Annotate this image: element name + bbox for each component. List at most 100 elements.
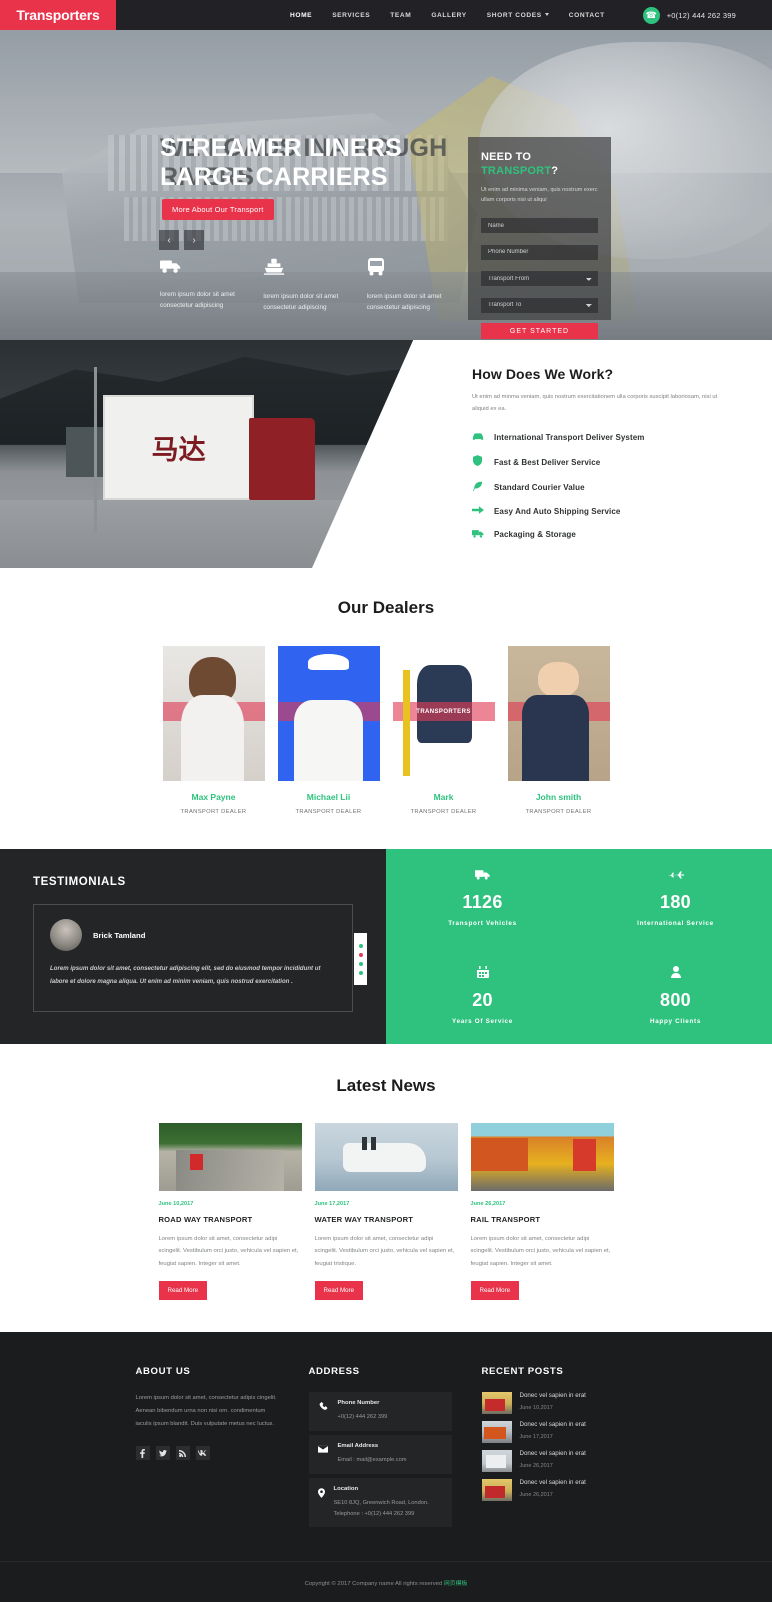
list-item[interactable]: International Transport Deliver System <box>472 432 734 444</box>
news-headline[interactable]: WATER WAY TRANSPORT <box>315 1215 458 1224</box>
dealer-card[interactable]: TRANSPORTERS Mark TRANSPORT DEALER <box>392 646 495 815</box>
list-item[interactable]: Fast & Best Deliver Service <box>472 455 734 469</box>
read-more-button[interactable]: Read More <box>314 1281 364 1301</box>
read-more-button[interactable]: Read More <box>158 1281 208 1301</box>
nav-item-gallery[interactable]: GALLERY <box>431 12 466 19</box>
nav-item-contact[interactable]: CONTACT <box>569 12 605 19</box>
news-headline[interactable]: ROAD WAY TRANSPORT <box>159 1215 302 1224</box>
testimonial-card: Brick Tamland Lorem ipsum dolor sit amet… <box>33 904 367 1012</box>
hero-feature-bus: lorem ipsum dolor sit amet consectetur a… <box>367 258 470 313</box>
list-item[interactable]: Packaging & Storage <box>472 529 734 541</box>
post-title: Donec vel sapien in erat <box>519 1450 586 1458</box>
read-more-button[interactable]: Read More <box>470 1281 520 1301</box>
plane-icon <box>579 869 772 883</box>
recent-post-item[interactable]: Donec vel sapien in erat June 10,2017 <box>481 1392 637 1415</box>
testimonial-dot-3[interactable] <box>358 961 363 966</box>
list-item-label: Standard Courier Value <box>494 483 585 493</box>
name-input[interactable] <box>481 218 598 234</box>
how-we-work-list: International Transport Deliver System F… <box>472 432 734 541</box>
dealers-title: Our Dealers <box>337 598 435 617</box>
list-item-label: Fast & Best Deliver Service <box>494 457 601 467</box>
vk-icon[interactable] <box>195 1446 210 1461</box>
get-started-button[interactable]: GET STARTED <box>481 323 598 340</box>
dealer-card[interactable]: TRANSPORTERS John smith TRANSPORT DEALER <box>507 646 610 815</box>
stat-international-service: 180 International Service <box>579 869 772 927</box>
page-root: Transporters HOME SERVICES TEAM GALLERY … <box>0 0 772 1602</box>
news-image[interactable] <box>158 1123 302 1191</box>
recent-post-item[interactable]: Donec vel sapien in erat June 26,2017 <box>481 1450 637 1473</box>
news-title: Latest News <box>336 1076 436 1095</box>
post-date: June 10,2017 <box>519 1405 553 1412</box>
address-phone-value: +0(12) 444 262 399 <box>337 1414 388 1421</box>
dealer-role: TRANSPORT DEALER <box>180 809 247 815</box>
carousel-next-icon[interactable]: › <box>184 230 204 250</box>
stat-label: Happy Clients <box>649 1017 702 1025</box>
hero-feature-text: lorem ipsum dolor sit amet consectetur a… <box>366 293 442 311</box>
news-date: June 17,2017 <box>314 1201 350 1207</box>
list-item[interactable]: Standard Courier Value <box>472 481 734 495</box>
nav-item-home[interactable]: HOME <box>290 12 312 19</box>
post-thumbnail <box>481 1479 512 1502</box>
copyright-text: Copyright © 2017 Company name All rights… <box>304 1581 444 1588</box>
news-image[interactable] <box>314 1123 458 1191</box>
stat-number: 800 <box>660 989 691 1010</box>
hero-feature-truck: lorem ipsum dolor sit amet consectetur a… <box>160 258 263 313</box>
facebook-icon[interactable] <box>135 1446 150 1461</box>
news-date: June 10,2017 <box>158 1201 194 1207</box>
site-footer: ABOUT US Lorem ipsum dolor sit amet, con… <box>0 1332 772 1602</box>
chevron-down-icon <box>544 13 549 17</box>
transport-from-select[interactable]: Transport From <box>481 271 598 287</box>
car-icon <box>472 432 484 444</box>
news-headline[interactable]: RAIL TRANSPORT <box>471 1215 614 1224</box>
transport-to-select[interactable]: Transport To <box>481 297 598 313</box>
address-email-value: Email : mail@example.com <box>337 1457 407 1463</box>
recent-post-item[interactable]: Donec vel sapien in erat June 17,2017 <box>481 1421 637 1444</box>
list-item[interactable]: Easy And Auto Shipping Service <box>472 506 734 517</box>
brand-logo[interactable]: Transporters <box>0 0 116 30</box>
stat-transport-vehicles: 1126 Transport Vehicles <box>386 869 579 927</box>
header-phone[interactable]: ☎ +0(12) 444 262 399 <box>642 6 736 24</box>
address-phone: Phone Number +0(12) 444 262 399 <box>308 1392 452 1431</box>
stat-label: Years Of Service <box>452 1017 513 1025</box>
truck-icon <box>160 258 263 278</box>
testimonial-dot-1[interactable] <box>358 943 363 948</box>
envelope-icon <box>318 1443 329 1466</box>
dealer-photo: TRANSPORTERS <box>392 646 495 781</box>
testimonial-dot-4[interactable] <box>358 970 363 975</box>
news-card: June 10,2017 ROAD WAY TRANSPORT Lorem ip… <box>158 1123 302 1301</box>
dealer-card[interactable]: TRANSPORTERS Michael Lii TRANSPORT DEALE… <box>277 646 380 815</box>
testimonial-dot-2[interactable] <box>358 952 363 957</box>
section-title: How Does We Work? <box>472 366 614 382</box>
shield-icon <box>472 455 483 469</box>
footer-address-heading: ADDRESS <box>308 1366 360 1378</box>
post-thumbnail <box>481 1421 512 1444</box>
address-phone-title: Phone Number <box>337 1400 380 1407</box>
dealer-overlay-label: TRANSPORTERS <box>277 702 380 721</box>
nav-item-team[interactable]: TEAM <box>390 12 411 19</box>
address-location-value: SE10 8JQ, Greenwich Road, London. Teleph… <box>333 1499 429 1517</box>
hero-title: STREAMER LINERS LARGE CARRIERS <box>160 134 402 191</box>
stat-number: 20 <box>472 989 493 1010</box>
hero-cta-button[interactable]: More About Our Transport <box>162 199 274 220</box>
nav-item-short-codes[interactable]: SHORT CODES <box>487 12 549 19</box>
testimonials-heading: TESTIMONIALS <box>33 876 126 888</box>
copyright-cn-link[interactable]: 网页模板 <box>444 1581 468 1587</box>
news-image[interactable] <box>470 1123 614 1191</box>
recent-post-item[interactable]: Donec vel sapien in erat June 26,2017 <box>481 1479 637 1502</box>
dealer-photo: TRANSPORTERS <box>162 646 265 781</box>
user-icon <box>579 965 772 981</box>
news-card: June 26,2017 RAIL TRANSPORT Lorem ipsum … <box>470 1123 614 1301</box>
address-location-title: Location <box>333 1485 359 1492</box>
phone-input[interactable] <box>481 244 598 260</box>
nav-item-services[interactable]: SERVICES <box>332 12 370 19</box>
dealer-card[interactable]: TRANSPORTERS Max Payne TRANSPORT DEALER <box>162 646 265 815</box>
rss-icon[interactable] <box>175 1446 190 1461</box>
testimonial-quote: Lorem ipsum dolor sit amet, consectetur … <box>50 965 321 986</box>
post-date: June 26,2017 <box>519 1463 553 1470</box>
twitter-icon[interactable] <box>155 1446 170 1461</box>
arrow-icon <box>472 506 484 517</box>
post-date: June 17,2017 <box>519 1434 553 1441</box>
carousel-prev-icon[interactable]: ‹ <box>159 230 179 250</box>
stat-number: 1126 <box>462 891 503 912</box>
stat-years-of-service: 20 Years Of Service <box>386 965 579 1025</box>
